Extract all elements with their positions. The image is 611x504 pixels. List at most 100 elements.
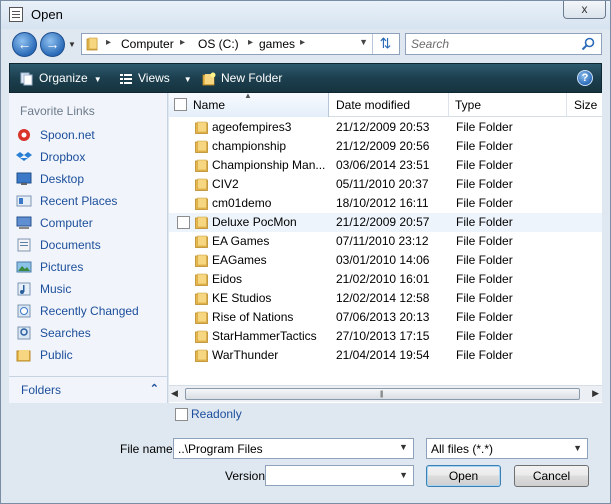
- readonly-checkbox[interactable]: [175, 408, 188, 421]
- breadcrumb-computer[interactable]: Computer: [121, 37, 174, 51]
- scroll-right-icon[interactable]: ▶: [592, 388, 599, 399]
- nav-item-recent-places[interactable]: Recent Places: [16, 191, 166, 211]
- search-input[interactable]: Search: [411, 37, 449, 51]
- file-row[interactable]: cm01demo 18/10/2012 16:11 File Folder: [169, 194, 602, 213]
- breadcrumb-separator[interactable]: ▸: [300, 37, 305, 48]
- favorite-links-heading: Favorite Links: [20, 104, 95, 118]
- folder-icon: [195, 159, 208, 172]
- back-button[interactable]: ←: [12, 32, 37, 57]
- file-row[interactable]: Eidos 21/02/2010 16:01 File Folder: [169, 270, 602, 289]
- readonly-label[interactable]: Readonly: [191, 407, 242, 421]
- file-name-field[interactable]: [173, 438, 414, 459]
- scrollbar-thumb[interactable]: |||: [185, 388, 580, 400]
- file-date-modified: 07/06/2013 20:13: [336, 310, 430, 324]
- views-label: Views: [138, 71, 170, 85]
- column-header-name[interactable]: ▲ Name: [169, 93, 329, 117]
- pictures-icon: [16, 261, 32, 273]
- file-row[interactable]: EAGames 03/01/2010 14:06 File Folder: [169, 251, 602, 270]
- folders-label: Folders: [21, 383, 62, 397]
- breadcrumb-separator[interactable]: ▸: [106, 37, 111, 48]
- recent-pages-dropdown[interactable]: ▼: [68, 40, 77, 49]
- nav-item-pictures[interactable]: Pictures: [16, 257, 166, 277]
- file-date-modified: 21/02/2010 16:01: [336, 272, 430, 286]
- column-name-label: Name: [193, 98, 226, 112]
- column-header-type[interactable]: Type: [449, 93, 567, 117]
- music-icon: [17, 282, 31, 296]
- column-header-size[interactable]: Size: [567, 93, 602, 117]
- select-all-checkbox[interactable]: [174, 98, 187, 111]
- search-icon[interactable]: [581, 37, 595, 51]
- breadcrumb-games[interactable]: games: [259, 37, 295, 51]
- spoon-icon: [18, 129, 30, 141]
- file-date-modified: 03/01/2010 14:06: [336, 253, 430, 267]
- folders-toggle[interactable]: Folders ⌃: [9, 376, 167, 403]
- column-header-date[interactable]: Date modified: [329, 93, 449, 117]
- nav-item-music[interactable]: Music: [16, 279, 166, 299]
- file-type-select[interactable]: All files (*.*) ▼: [426, 438, 588, 459]
- nav-item-label: Pictures: [40, 260, 84, 274]
- nav-item-label: Searches: [40, 326, 91, 340]
- forward-button[interactable]: →: [40, 32, 65, 57]
- file-row[interactable]: Rise of Nations 07/06/2013 20:13 File Fold…: [169, 308, 602, 327]
- breadcrumb-separator[interactable]: ▸: [180, 37, 185, 48]
- file-row[interactable]: StarHammerTactics 27/10/2013 17:15 File Fo…: [169, 327, 602, 346]
- file-date-modified: 03/06/2014 23:51: [336, 158, 430, 172]
- file-type: File Folder: [456, 120, 513, 134]
- file-type: File Folder: [456, 215, 513, 229]
- file-row[interactable]: Deluxe PocMon 21/12/2009 20:57 File Folder: [169, 213, 602, 232]
- cancel-button[interactable]: Cancel: [514, 465, 589, 487]
- row-checkbox[interactable]: [177, 216, 190, 229]
- nav-item-public[interactable]: Public: [16, 345, 166, 365]
- file-name: Rise of Nations: [212, 310, 294, 324]
- breadcrumb-os-c[interactable]: OS (C:): [198, 37, 239, 51]
- file-row[interactable]: CIV2 05/11/2010 20:37 File Folder: [169, 175, 602, 194]
- file-row[interactable]: ageofempires3 21/12/2009 20:53 File Folder: [169, 118, 602, 137]
- nav-item-dropbox[interactable]: Dropbox: [16, 147, 166, 167]
- file-row[interactable]: EA Games 07/11/2010 23:12 File Folder: [169, 232, 602, 251]
- close-button[interactable]: x: [563, 1, 606, 19]
- file-type: File Folder: [456, 310, 513, 324]
- address-bar[interactable]: ▸ Computer ▸ OS (C:) ▸ games ▸ ▼ ⇅: [81, 33, 400, 55]
- version-select[interactable]: ▼: [265, 465, 414, 486]
- nav-item-spoon-net[interactable]: Spoon.net: [16, 125, 166, 145]
- refresh-button[interactable]: ⇅: [372, 34, 398, 54]
- readonly-option[interactable]: Readonly: [175, 407, 255, 423]
- nav-item-recently-changed[interactable]: Recently Changed: [16, 301, 166, 321]
- organize-label: Organize: [39, 71, 88, 85]
- file-type: File Folder: [456, 329, 513, 343]
- open-dialog: Open x ← → ▼ ▸ Computer ▸ OS (C:) ▸ game…: [0, 0, 611, 504]
- recently-changed-icon: [17, 304, 31, 318]
- new-folder-button[interactable]: New Folder: [202, 64, 282, 92]
- file-row[interactable]: Championship Man... 03/06/2014 23:51 File …: [169, 156, 602, 175]
- file-date-modified: 12/02/2014 12:58: [336, 291, 430, 305]
- file-name: Championship Man...: [212, 158, 326, 172]
- file-row[interactable]: WarThunder 21/04/2014 19:54 File Folder: [169, 346, 602, 365]
- forward-arrow-icon: →: [45, 36, 60, 52]
- open-button[interactable]: Open: [426, 465, 501, 487]
- nav-item-searches[interactable]: Searches: [16, 323, 166, 343]
- file-row[interactable]: championship 21/12/2009 20:56 File Folder: [169, 137, 602, 156]
- file-name-dropdown-icon[interactable]: ▼: [399, 442, 408, 452]
- nav-item-documents[interactable]: Documents: [16, 235, 166, 255]
- folder-icon: [195, 140, 208, 153]
- nav-item-label: Dropbox: [40, 150, 86, 164]
- navigation-row: ← → ▼ ▸ Computer ▸ OS (C:) ▸ games ▸ ▼ ⇅…: [1, 29, 610, 61]
- folder-icon: [195, 292, 208, 305]
- nav-item-computer[interactable]: Computer: [16, 213, 166, 233]
- views-button[interactable]: Views ▼: [119, 64, 192, 92]
- folder-icon: [195, 311, 208, 324]
- organize-button[interactable]: Organize ▼: [20, 64, 102, 92]
- scroll-left-icon[interactable]: ◀: [171, 388, 178, 399]
- help-icon[interactable]: ?: [577, 70, 593, 86]
- search-box[interactable]: Search: [405, 33, 602, 55]
- navigation-pane: Favorite Links Spoon.net Dropbox Desktop Re…: [9, 93, 168, 403]
- nav-item-label: Recent Places: [40, 194, 118, 208]
- file-row[interactable]: KE Studios 12/02/2014 12:58 File Folder: [169, 289, 602, 308]
- horizontal-scrollbar[interactable]: ◀ ||| ▶: [169, 385, 602, 402]
- file-date-modified: 21/12/2009 20:53: [336, 120, 430, 134]
- sort-ascending-icon: ▲: [244, 93, 252, 100]
- nav-item-desktop[interactable]: Desktop: [16, 169, 166, 189]
- nav-item-label: Documents: [40, 238, 101, 252]
- address-dropdown-icon[interactable]: ▼: [359, 37, 368, 47]
- breadcrumb-separator[interactable]: ▸: [248, 37, 253, 48]
